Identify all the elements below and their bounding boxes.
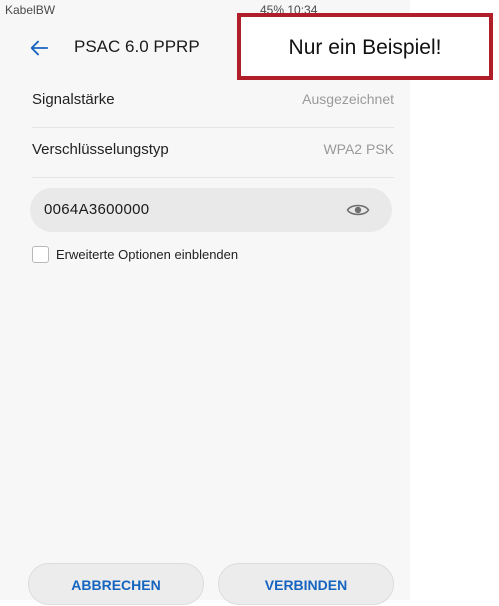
encryption-type-label: Verschlüsselungstyp bbox=[32, 141, 169, 158]
cancel-button[interactable]: ABBRECHEN bbox=[28, 563, 204, 605]
carrier-name: KabelBW bbox=[5, 3, 56, 17]
wifi-connect-screen: KabelBW 45% 10:34 PSAC 6.0 PPRP Signalst… bbox=[0, 0, 410, 605]
advanced-options-checkbox[interactable] bbox=[32, 246, 49, 263]
encryption-type-value: WPA2 PSK bbox=[323, 141, 394, 157]
encryption-type-row: Verschlüsselungstyp WPA2 PSK bbox=[32, 127, 394, 178]
signal-strength-row: Signalstärke Ausgezeichnet bbox=[32, 77, 394, 128]
example-annotation: Nur ein Beispiel! bbox=[237, 13, 493, 80]
advanced-options-label[interactable]: Erweiterte Optionen einblenden bbox=[56, 247, 238, 262]
eye-icon[interactable] bbox=[346, 201, 370, 219]
connect-button[interactable]: VERBINDEN bbox=[218, 563, 394, 605]
password-value[interactable]: 0064A3600000 bbox=[44, 201, 149, 218]
password-input[interactable]: 0064A3600000 bbox=[30, 188, 392, 232]
signal-strength-label: Signalstärke bbox=[32, 91, 115, 108]
network-title: PSAC 6.0 PPRP bbox=[74, 37, 200, 56]
arrow-left-icon[interactable] bbox=[28, 37, 50, 59]
example-annotation-text: Nur ein Beispiel! bbox=[288, 36, 442, 59]
signal-strength-value: Ausgezeichnet bbox=[302, 91, 394, 107]
